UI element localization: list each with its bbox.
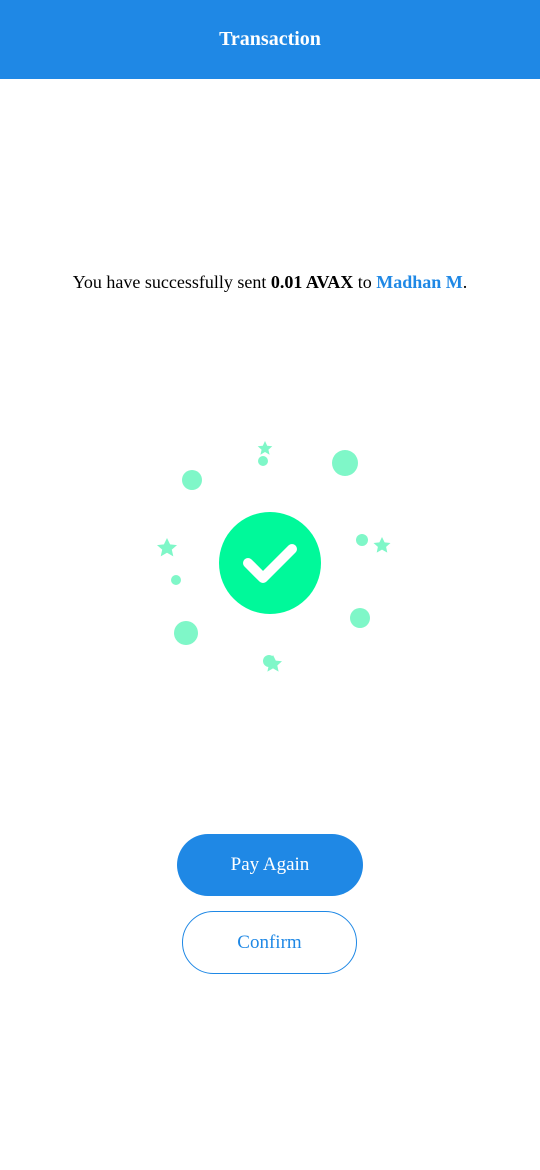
confetti-dot [356, 534, 368, 546]
confetti-dot [258, 456, 268, 466]
app-header: Transaction [0, 0, 540, 79]
success-message: You have successfully sent 0.01 AVAX to … [0, 272, 540, 293]
recipient-name: Madhan M [376, 272, 463, 292]
confetti-star-icon [257, 441, 273, 455]
page-title: Transaction [219, 28, 321, 50]
confetti-dot [174, 621, 198, 645]
message-suffix: . [462, 272, 468, 292]
message-prefix: You have successfully sent [72, 272, 271, 292]
confetti-dot [332, 450, 358, 476]
pay-again-button[interactable]: Pay Again [177, 834, 363, 896]
success-illustration [157, 441, 391, 672]
message-middle: to [353, 272, 377, 292]
confirm-button[interactable]: Confirm [182, 911, 357, 974]
confetti-dot [182, 470, 202, 490]
confetti-star-icon [157, 538, 177, 557]
sent-amount: 0.01 AVAX [270, 272, 354, 292]
confetti-dot [171, 575, 181, 585]
check-circle-icon [219, 512, 321, 614]
confetti-star-icon [373, 537, 391, 553]
confetti-dot [350, 608, 370, 628]
